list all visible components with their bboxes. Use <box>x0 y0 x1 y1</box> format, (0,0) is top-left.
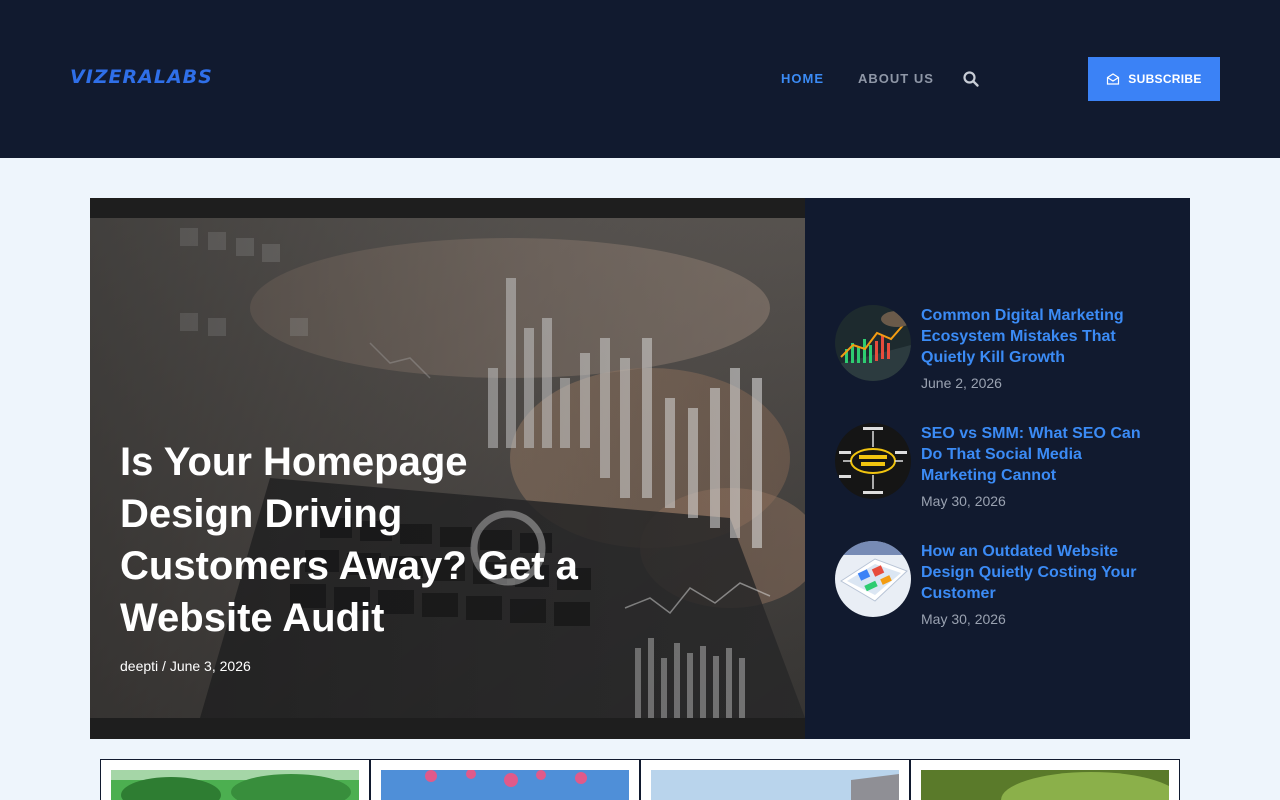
list-item[interactable]: SEO vs SMM: What SEO Can Do That Social … <box>835 423 1165 541</box>
post-title[interactable]: Common Digital Marketing Ecosystem Mista… <box>921 305 1151 368</box>
card-image <box>381 770 629 800</box>
site-header: VIZERALABS HOME ABOUT US SUBSCRIBE <box>0 0 1280 158</box>
recent-posts-list: Common Digital Marketing Ecosystem Mista… <box>835 305 1165 659</box>
post-date: May 30, 2026 <box>921 493 1006 509</box>
post-title[interactable]: How an Outdated Website Design Quietly C… <box>921 541 1151 604</box>
subscribe-button[interactable]: SUBSCRIBE <box>1088 57 1220 101</box>
featured-post-title[interactable]: Is Your Homepage Design Driving Customer… <box>120 436 590 644</box>
post-thumbnail[interactable] <box>835 423 911 499</box>
logo-text: VIZERALABS <box>70 66 213 88</box>
nav-about-us[interactable]: ABOUT US <box>858 71 934 86</box>
list-item[interactable]: Common Digital Marketing Ecosystem Mista… <box>835 305 1165 423</box>
post-cards-row <box>100 759 1180 800</box>
post-card[interactable] <box>640 759 910 800</box>
featured-section: Is Your Homepage Design Driving Customer… <box>90 198 1190 739</box>
vizeralabs-logo[interactable]: VIZERALABS <box>70 66 238 88</box>
post-date: June 2, 2026 <box>921 375 1002 391</box>
card-image <box>111 770 359 800</box>
post-title[interactable]: SEO vs SMM: What SEO Can Do That Social … <box>921 423 1151 486</box>
card-image <box>921 770 1169 800</box>
chart-thumbnail-image <box>835 305 911 381</box>
post-thumbnail[interactable] <box>835 541 911 617</box>
post-thumbnail[interactable] <box>835 305 911 381</box>
post-card[interactable] <box>370 759 640 800</box>
search-icon[interactable] <box>962 70 980 88</box>
featured-post-meta: deepti / June 3, 2026 <box>120 658 251 674</box>
post-card[interactable] <box>100 759 370 800</box>
post-card[interactable] <box>910 759 1180 800</box>
digital-marketing-thumbnail-image <box>835 423 911 499</box>
envelope-icon <box>1107 73 1120 85</box>
nav-home[interactable]: HOME <box>781 71 824 86</box>
featured-post[interactable]: Is Your Homepage Design Driving Customer… <box>90 198 805 739</box>
website-design-thumbnail-image <box>835 541 911 617</box>
post-date: May 30, 2026 <box>921 611 1006 627</box>
card-image <box>651 770 899 800</box>
subscribe-label: SUBSCRIBE <box>1128 72 1202 86</box>
list-item[interactable]: How an Outdated Website Design Quietly C… <box>835 541 1165 659</box>
